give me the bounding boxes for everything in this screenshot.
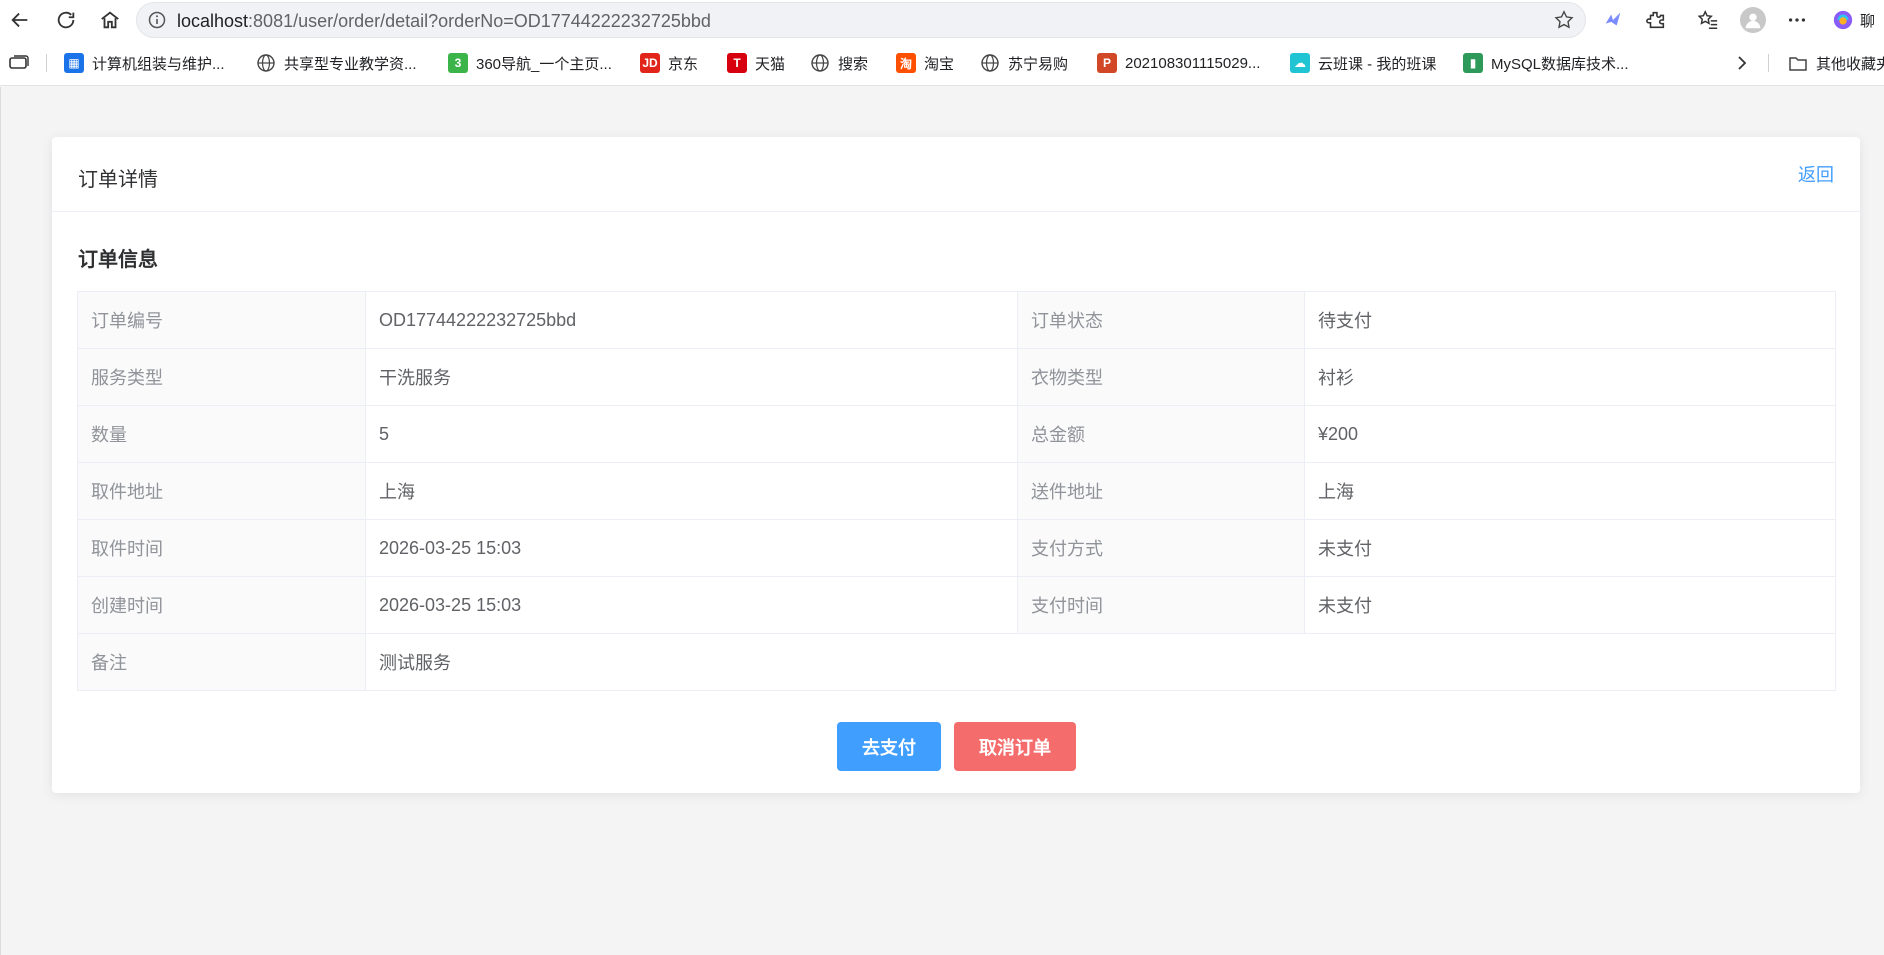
globe-icon — [980, 53, 1000, 73]
more-menu-icon[interactable] — [1784, 7, 1810, 33]
quantity-label: 数量 — [77, 405, 366, 463]
page-content: 订单详情 返回 订单信息 订单编号 OD17744222232725bbd 订单… — [0, 87, 1884, 955]
bookmark-label: 计算机组装与维护... — [92, 55, 225, 73]
bookmark-item[interactable]: ▦ 计算机组装与维护... — [64, 52, 225, 74]
browser-toolbar: localhost:8081/user/order/detail?orderNo… — [0, 0, 1884, 40]
back-link[interactable]: 返回 — [1798, 161, 1834, 187]
address-bar[interactable]: localhost:8081/user/order/detail?orderNo… — [136, 2, 1586, 38]
table-row: 服务类型 干洗服务 衣物类型 衬衫 — [77, 348, 1836, 406]
360-icon: 3 — [448, 53, 468, 73]
favorite-star-icon[interactable] — [1553, 9, 1575, 31]
bookmark-item[interactable]: 搜索 — [810, 52, 868, 74]
bookmark-item[interactable]: 共享型专业教学资... — [256, 52, 417, 74]
tmall-icon: T — [727, 53, 747, 73]
status-value: 待支付 — [1304, 291, 1836, 349]
app-grid-icon: ▦ — [64, 53, 84, 73]
bookmark-item[interactable]: P 202108301115029... — [1097, 52, 1260, 74]
clothes-type-label: 衣物类型 — [1017, 348, 1305, 406]
jd-icon: JD — [640, 53, 660, 73]
favorites-list-icon[interactable] — [1695, 7, 1721, 33]
total-label: 总金额 — [1017, 405, 1305, 463]
tab-actions-icon[interactable] — [8, 52, 30, 74]
created-time-value: 2026-03-25 15:03 — [365, 576, 1018, 634]
book-icon: ▮ — [1463, 53, 1483, 73]
pickup-time-label: 取件时间 — [77, 519, 366, 577]
bookmark-label: 天猫 — [755, 55, 786, 73]
bookmark-item[interactable]: 淘淘宝 — [896, 52, 954, 74]
quantity-value: 5 — [365, 405, 1018, 463]
bookmark-label: 202108301115029... — [1125, 54, 1261, 72]
folder-icon — [1788, 53, 1808, 73]
order-no-value: OD17744222232725bbd — [365, 291, 1018, 349]
extension-bird-icon[interactable] — [1600, 7, 1626, 33]
table-row: 取件时间 2026-03-25 15:03 支付方式 未支付 — [77, 519, 1836, 577]
delivery-address-label: 送件地址 — [1017, 462, 1305, 520]
powerpoint-icon: P — [1097, 53, 1117, 73]
copilot-icon[interactable] — [1830, 7, 1856, 33]
pickup-address-label: 取件地址 — [77, 462, 366, 520]
other-bookmarks-folder[interactable]: 其他收藏夹 — [1788, 52, 1884, 74]
url-text[interactable]: localhost:8081/user/order/detail?orderNo… — [177, 11, 711, 32]
cancel-order-button[interactable]: 取消订单 — [954, 722, 1076, 771]
bookmark-separator — [1768, 54, 1769, 72]
extensions-puzzle-icon[interactable] — [1643, 7, 1669, 33]
pay-method-label: 支付方式 — [1017, 519, 1305, 577]
profile-label[interactable]: 聊 — [1860, 10, 1875, 31]
bookmark-label: 共享型专业教学资... — [284, 55, 417, 73]
page-title: 订单详情 — [78, 169, 158, 191]
bookmark-separator — [46, 54, 47, 72]
reload-icon[interactable] — [50, 4, 82, 36]
service-type-label: 服务类型 — [77, 348, 366, 406]
other-bookmarks-label: 其他收藏夹 — [1816, 55, 1884, 73]
bookmark-label: 360导航_一个主页... — [476, 55, 612, 73]
table-row: 订单编号 OD17744222232725bbd 订单状态 待支付 — [77, 291, 1836, 349]
table-row: 取件地址 上海 送件地址 上海 — [77, 462, 1836, 520]
bookmark-item[interactable]: 3 360导航_一个主页... — [448, 52, 612, 74]
delivery-address-value: 上海 — [1304, 462, 1836, 520]
bookmark-item[interactable]: JD 京东 — [640, 52, 698, 74]
section-title: 订单信息 — [78, 249, 158, 271]
site-info-icon[interactable] — [147, 10, 167, 30]
taobao-icon: 淘 — [896, 53, 916, 73]
status-label: 订单状态 — [1017, 291, 1305, 349]
bookmark-label: 淘宝 — [924, 55, 955, 73]
bookmark-item[interactable]: 苏宁易购 — [980, 52, 1068, 74]
remark-label: 备注 — [77, 633, 366, 691]
order-detail-card: 订单详情 返回 订单信息 订单编号 OD17744222232725bbd 订单… — [52, 137, 1860, 793]
service-type-value: 干洗服务 — [365, 348, 1018, 406]
pay-time-label: 支付时间 — [1017, 576, 1305, 634]
bookmarks-bar: ▦ 计算机组装与维护... 共享型专业教学资... 3 360导航_一个主页... JD 京… — [0, 40, 1884, 86]
pickup-time-value: 2026-03-25 15:03 — [365, 519, 1018, 577]
globe-icon — [810, 53, 830, 73]
bookmarks-overflow-chevron-icon[interactable] — [1735, 52, 1749, 74]
bookmark-label: 京东 — [668, 55, 699, 73]
clothes-type-value: 衬衫 — [1304, 348, 1836, 406]
remark-value: 测试服务 — [365, 633, 1836, 691]
bookmark-label: 云班课 - 我的班课 — [1318, 55, 1437, 73]
order-no-label: 订单编号 — [77, 291, 366, 349]
back-arrow-icon[interactable] — [4, 4, 36, 36]
card-header: 订单详情 返回 — [52, 137, 1860, 212]
bookmark-label: 苏宁易购 — [1008, 55, 1069, 73]
pay-method-value: 未支付 — [1304, 519, 1836, 577]
bookmark-label: MySQL数据库技术... — [1491, 55, 1629, 73]
pay-time-value: 未支付 — [1304, 576, 1836, 634]
home-icon[interactable] — [94, 4, 126, 36]
table-row: 创建时间 2026-03-25 15:03 支付时间 未支付 — [77, 576, 1836, 634]
globe-icon — [256, 53, 276, 73]
created-time-label: 创建时间 — [77, 576, 366, 634]
bookmark-item[interactable]: ▮ MySQL数据库技术... — [1463, 52, 1629, 74]
cloud-class-icon: ☁ — [1290, 53, 1310, 73]
table-row: 备注 测试服务 — [77, 633, 1836, 691]
total-value: ¥200 — [1304, 405, 1836, 463]
table-row: 数量 5 总金额 ¥200 — [77, 405, 1836, 463]
order-info-table: 订单编号 OD17744222232725bbd 订单状态 待支付 服务类型 干… — [77, 291, 1836, 691]
pay-button[interactable]: 去支付 — [837, 722, 941, 771]
bookmark-item[interactable]: T 天猫 — [727, 52, 785, 74]
pickup-address-value: 上海 — [365, 462, 1018, 520]
bookmark-label: 搜索 — [838, 55, 869, 73]
profile-avatar-icon[interactable] — [1740, 7, 1766, 33]
bookmark-item[interactable]: ☁ 云班课 - 我的班课 — [1290, 52, 1436, 74]
